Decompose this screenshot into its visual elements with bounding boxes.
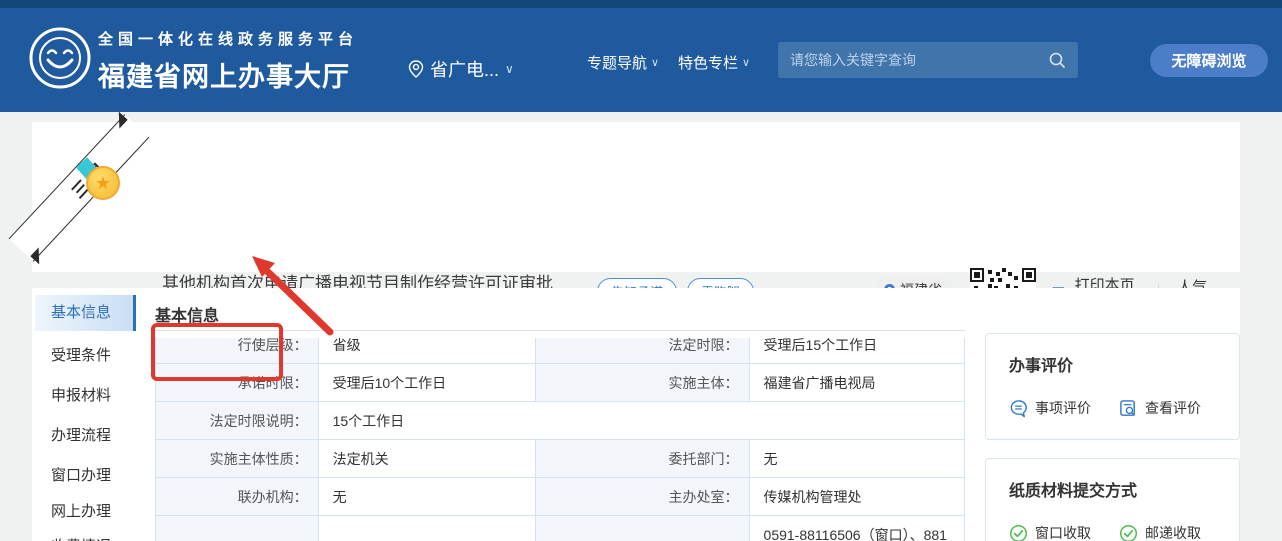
- statutory-time-note-label: 法定时限说明：: [156, 402, 319, 439]
- table-row: 联办机构： 无 主办处室： 传媒机构管理处: [156, 478, 964, 516]
- body-nature-label: 实施主体性质：: [156, 440, 319, 477]
- chevron-down-icon: ∨: [742, 56, 750, 69]
- joint-org-label: 联办机构：: [156, 478, 319, 515]
- site-logo-icon: [28, 26, 92, 90]
- search-input[interactable]: [778, 42, 1078, 78]
- site-header: 全国一体化在线政务服务平台 福建省网上办事大厅 省广电... ∨ 专题导航 ∨ …: [0, 0, 1282, 112]
- sidebar-item-acceptance-conditions[interactable]: 受理条件: [51, 344, 111, 365]
- row-value: 受理后15个工作日: [750, 338, 964, 364]
- window-collect-label: 窗口收取: [1035, 523, 1091, 541]
- row-label: 法定时限：: [536, 338, 749, 364]
- sidebar-item-basic-info[interactable]: 基本信息: [35, 295, 136, 331]
- table-row: 承诺时限： 受理后10个工作日 实施主体： 福建省广播电视局: [156, 364, 964, 402]
- header-top-strip: [0, 0, 1282, 8]
- nav-featured-column[interactable]: 特色专栏 ∨: [678, 52, 750, 73]
- mail-collect-label: 邮递收取: [1145, 523, 1201, 541]
- nav-topic-guide[interactable]: 专题导航 ∨: [587, 52, 659, 73]
- body-nature-value: 法定机关: [319, 440, 536, 477]
- host-office-value: 传媒机构管理处: [750, 478, 964, 515]
- sidebar-item-application-materials[interactable]: 申报材料: [51, 384, 111, 405]
- accessibility-button[interactable]: 无障碍浏览: [1150, 44, 1268, 77]
- location-pin-icon: [408, 60, 424, 78]
- table-row: 实施主体性质： 法定机关 委托部门： 无: [156, 440, 964, 478]
- item-evaluate-link[interactable]: 事项评价: [1009, 398, 1091, 418]
- section-divider: [155, 330, 965, 331]
- sidebar-item-online-handling[interactable]: 网上办理: [51, 500, 111, 521]
- search-icon[interactable]: [1048, 51, 1066, 69]
- row-label: [536, 516, 749, 541]
- comment-icon: [1009, 399, 1028, 418]
- ribbon-arrow-icon: [30, 247, 47, 264]
- nav-label: 专题导航: [587, 52, 647, 73]
- view-evaluations-label: 查看评价: [1145, 398, 1201, 418]
- mail-collect-option: 邮递收取: [1119, 523, 1201, 541]
- star-rating-ribbon: 三星: [9, 114, 150, 262]
- search-box: [778, 42, 1078, 78]
- site-name: 福建省网上办事大厅: [98, 55, 358, 94]
- window-collect-option: 窗口收取: [1009, 523, 1091, 541]
- service-summary-card: 三星 ★ 其他机构首次申请广播电视节目制作经营许可证审批 告知承诺 零跑腿 福建…: [32, 122, 1240, 272]
- sidebar-item-fee-info[interactable]: 收费情况: [51, 535, 111, 541]
- chevron-down-icon: ∨: [505, 62, 514, 76]
- medal-icon: ★: [86, 166, 120, 200]
- location-label: 省广电...: [430, 56, 499, 82]
- sidebar-item-window-handling[interactable]: 窗口办理: [51, 464, 111, 485]
- check-circle-icon: [1119, 524, 1138, 541]
- platform-name: 全国一体化在线政务服务平台: [98, 28, 358, 49]
- basic-info-table: 行使层级： 省级 法定时限： 受理后15个工作日 承诺时限： 受理后10个工作日…: [155, 338, 965, 541]
- implementing-body-label: 实施主体：: [536, 364, 749, 401]
- table-row: 0591-88116506（窗口）、881: [156, 516, 964, 541]
- nav-label: 特色专栏: [678, 52, 738, 73]
- table-row: 行使层级： 省级 法定时限： 受理后15个工作日: [156, 338, 964, 364]
- phone-value: 0591-88116506（窗口）、881: [750, 516, 964, 541]
- host-office-label: 主办处室：: [536, 478, 749, 515]
- row-value: 省级: [319, 338, 536, 364]
- item-evaluate-label: 事项评价: [1035, 398, 1091, 418]
- table-row: 法定时限说明： 15个工作日: [156, 402, 964, 440]
- row-value: [319, 516, 536, 541]
- paper-material-card: 纸质材料提交方式 窗口收取 邮递收取: [985, 458, 1240, 541]
- detail-panel: 基本信息 受理条件 申报材料 办理流程 窗口办理 网上办理 收费情况 基本信息 …: [32, 288, 1240, 541]
- evaluation-card-title: 办事评价: [1009, 352, 1239, 376]
- joint-org-value: 无: [319, 478, 536, 515]
- section-title: 基本信息: [155, 302, 219, 326]
- row-label: 行使层级：: [156, 338, 319, 364]
- statutory-time-note-value: 15个工作日: [319, 402, 964, 439]
- chevron-down-icon: ∨: [651, 56, 659, 69]
- location-selector[interactable]: 省广电... ∨: [408, 56, 514, 82]
- promised-time-label: 承诺时限：: [156, 364, 319, 401]
- row-label: [156, 516, 319, 541]
- ribbon-arrow-icon: [111, 112, 128, 129]
- sidebar-item-process-flow[interactable]: 办理流程: [51, 424, 111, 445]
- promised-time-value: 受理后10个工作日: [319, 364, 536, 401]
- entrusting-dept-value: 无: [750, 440, 964, 477]
- entrusting-dept-label: 委托部门：: [536, 440, 749, 477]
- check-circle-icon: [1009, 524, 1028, 541]
- site-brand: 全国一体化在线政务服务平台 福建省网上办事大厅: [98, 28, 358, 94]
- evaluation-card: 办事评价 事项评价 查看评价: [985, 333, 1240, 440]
- paper-material-card-title: 纸质材料提交方式: [1009, 477, 1239, 501]
- search-document-icon: [1119, 399, 1138, 418]
- implementing-body-value: 福建省广播电视局: [750, 364, 964, 401]
- view-evaluations-link[interactable]: 查看评价: [1119, 398, 1201, 418]
